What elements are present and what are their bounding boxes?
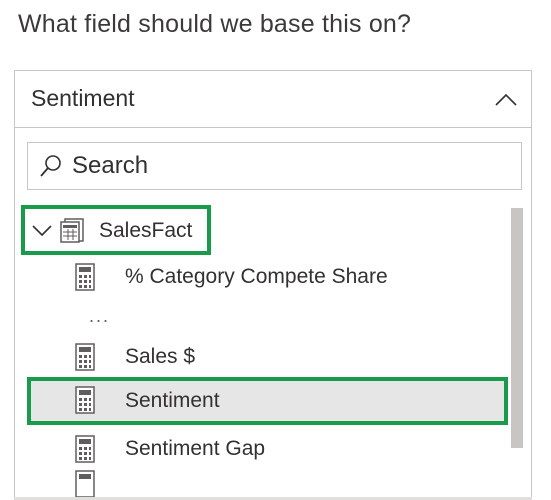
field-dropdown[interactable]: Sentiment — [14, 70, 532, 128]
search-box[interactable] — [27, 142, 522, 190]
calculator-icon — [75, 435, 95, 463]
list-item[interactable]: Sentiment Gap — [75, 430, 495, 468]
list-item-partial[interactable] — [75, 470, 115, 500]
search-input[interactable] — [72, 149, 502, 183]
list-item[interactable]: % Category Compete Share — [75, 258, 495, 296]
list-item-label: Sales $ — [125, 345, 196, 368]
list-item-label: Sentiment — [125, 389, 220, 412]
calculator-icon — [75, 386, 95, 414]
scrollbar[interactable] — [511, 208, 523, 448]
list-item-label: Sentiment Gap — [125, 437, 266, 460]
chevron-up-icon[interactable] — [493, 87, 519, 113]
list-item[interactable]: Sales $ — [75, 338, 495, 376]
tree-group-salesfact[interactable]: SalesFact — [21, 205, 211, 255]
calculator-icon — [75, 263, 95, 291]
calculator-icon — [75, 470, 95, 498]
list-item-selected[interactable]: Sentiment — [27, 377, 508, 425]
search-icon — [40, 155, 61, 177]
chevron-down-icon[interactable] — [31, 219, 53, 241]
dropdown-selected-value: Sentiment — [31, 85, 135, 111]
ellipsis-row: ... — [89, 306, 111, 326]
field-question-label: What field should we base this on? — [18, 10, 412, 38]
dropdown-panel: SalesFact % Category Compete Share ... S… — [14, 128, 532, 500]
group-label: SalesFact — [99, 219, 193, 242]
table-icon — [60, 218, 84, 243]
list-item-label: % Category Compete Share — [125, 265, 388, 288]
calculator-icon — [75, 343, 95, 371]
